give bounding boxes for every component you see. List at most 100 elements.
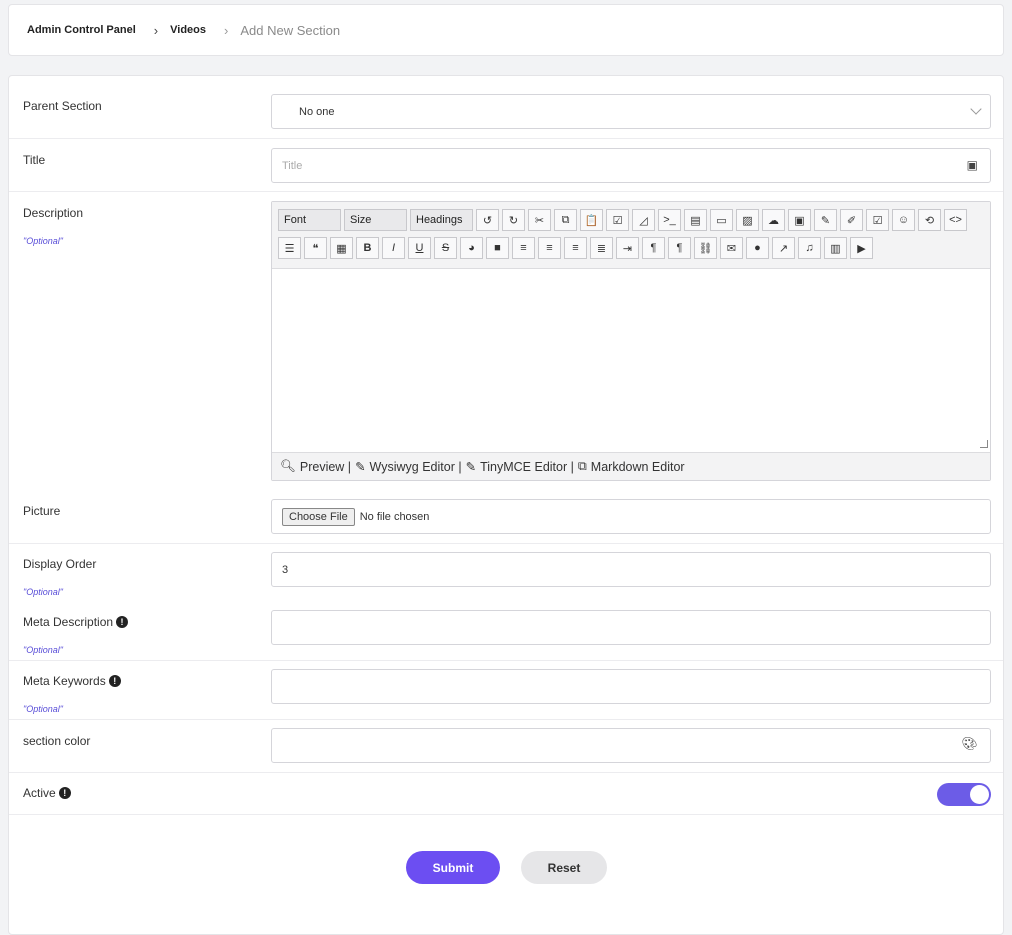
- file-icon[interactable]: ▤: [684, 209, 707, 231]
- rtl-icon[interactable]: ¶: [668, 237, 691, 259]
- chevron-down-icon: [970, 103, 982, 115]
- headings-select[interactable]: Headings: [410, 209, 473, 231]
- toggle-knob: [970, 785, 989, 804]
- youtube-icon[interactable]: ▶: [850, 237, 873, 259]
- size-select[interactable]: Size: [344, 209, 407, 231]
- active-text: Active: [23, 786, 56, 800]
- align-right-icon[interactable]: ≡: [512, 237, 535, 259]
- preview-label: Preview |: [299, 459, 352, 474]
- image-icon[interactable]: ▨: [736, 209, 759, 231]
- redo-icon[interactable]: ↻: [502, 209, 525, 231]
- breadcrumb-current: Add New Section: [240, 22, 341, 38]
- info-icon[interactable]: !: [116, 616, 129, 628]
- rectangle-icon[interactable]: ▭: [710, 209, 733, 231]
- pencil-icon[interactable]: ✎: [814, 209, 837, 231]
- meta-description-text: Meta Description: [23, 615, 114, 629]
- choose-file-button[interactable]: Choose File: [282, 507, 355, 526]
- underline-icon[interactable]: U: [408, 237, 431, 259]
- description-optional: "Optional": [23, 236, 63, 246]
- active-row: Active !: [9, 773, 1003, 815]
- strikethrough-icon[interactable]: S: [434, 237, 457, 259]
- file-status: No file chosen: [359, 510, 430, 523]
- description-label: Description: [23, 206, 84, 220]
- music-icon[interactable]: ♫: [798, 237, 821, 259]
- edit-icon[interactable]: ✐: [840, 209, 863, 231]
- window-restore-icon: ⧉: [577, 459, 587, 473]
- meta-keywords-row: Meta Keywords ! "Optional": [9, 661, 1003, 720]
- markdown-editor-link[interactable]: ⧉ Markdown Editor: [578, 459, 685, 474]
- section-color-input[interactable]: 🎨︎: [271, 728, 991, 763]
- smiley-icon[interactable]: ☺: [892, 209, 915, 231]
- preview-link[interactable]: 🔍︎ Preview |: [280, 459, 351, 474]
- external-icon[interactable]: ↗: [772, 237, 795, 259]
- quote-icon[interactable]: ❝: [304, 237, 327, 259]
- list-icon[interactable]: ☰: [278, 237, 301, 259]
- markdown-label: Markdown Editor: [590, 459, 685, 474]
- meta-keywords-input[interactable]: [271, 669, 991, 704]
- link-icon[interactable]: ⛓: [694, 237, 717, 259]
- picture-label: Picture: [23, 504, 61, 518]
- cut-icon[interactable]: ✂: [528, 209, 551, 231]
- parent-section-row: Parent Section No one: [9, 76, 1003, 139]
- history-icon[interactable]: ⟲: [918, 209, 941, 231]
- info-icon[interactable]: !: [58, 787, 71, 799]
- comment-icon[interactable]: ●: [746, 237, 769, 259]
- editor-toolbar: Font Size Headings ↺ ↻ ✂ ⧉ 📋 ☑ ◿ >_ ▤ ▭ ▨ ☁ ▣ ✎ ✐ ☑ ☺ ⟲ <>…: [272, 202, 990, 269]
- italic-icon[interactable]: I: [382, 237, 405, 259]
- align-center-icon[interactable]: ≡: [538, 237, 561, 259]
- display-order-optional: "Optional": [23, 587, 63, 597]
- picture-row: Picture Choose File No file chosen: [9, 492, 1003, 544]
- id-card-icon: ▣: [966, 158, 978, 172]
- edit-icon: ✎: [355, 460, 366, 474]
- palette-icon[interactable]: ◕: [460, 237, 483, 259]
- select-all-icon[interactable]: ☑: [606, 209, 629, 231]
- breadcrumb-videos-link[interactable]: Videos: [170, 24, 206, 36]
- cloud-upload-icon[interactable]: ☁: [762, 209, 785, 231]
- description-textarea[interactable]: [272, 269, 990, 452]
- editor-toolbar-row-2: ☰ ❝ ▦ B I U S ◕ ■ ≡ ≡ ≡ ≣ ⇥ ¶ ¶ ⛓ ✉ ● ↗ ♫ ▥ ▶: [278, 237, 873, 259]
- parent-section-select[interactable]: No one: [271, 94, 991, 129]
- paste-icon[interactable]: 📋: [580, 209, 603, 231]
- meta-description-optional: "Optional": [23, 645, 63, 655]
- reset-button[interactable]: Reset: [521, 851, 607, 884]
- align-left-icon[interactable]: ≡: [564, 237, 587, 259]
- info-icon[interactable]: !: [108, 675, 121, 687]
- title-input[interactable]: Title ▣: [271, 148, 991, 183]
- section-form: Parent Section No one Title Title ▣ Desc…: [8, 75, 1004, 935]
- qr-icon[interactable]: ▦: [330, 237, 353, 259]
- active-toggle[interactable]: [937, 783, 991, 806]
- block-icon[interactable]: ■: [486, 237, 509, 259]
- meta-description-input[interactable]: [271, 610, 991, 645]
- meta-description-label: Meta Description !: [23, 615, 129, 629]
- breadcrumb-admin-link[interactable]: Admin Control Panel: [27, 24, 136, 36]
- copy-icon[interactable]: ⧉: [554, 209, 577, 231]
- bold-icon[interactable]: B: [356, 237, 379, 259]
- edit-icon: ✎: [465, 460, 477, 474]
- active-label: Active !: [23, 786, 71, 800]
- undo-icon[interactable]: ↺: [476, 209, 499, 231]
- palette-icon[interactable]: 🎨︎: [961, 736, 978, 752]
- font-select[interactable]: Font: [278, 209, 341, 231]
- breadcrumb: Admin Control Panel › Videos › Add New S…: [8, 4, 1004, 56]
- code-icon[interactable]: <>: [944, 209, 967, 231]
- terminal-icon[interactable]: >_: [658, 209, 681, 231]
- tinymce-label: TinyMCE Editor |: [480, 459, 574, 474]
- title-placeholder: Title: [282, 159, 303, 172]
- tinymce-editor-link[interactable]: ✎ TinyMCE Editor |: [465, 459, 574, 475]
- display-order-label: Display Order: [23, 557, 97, 571]
- eraser-icon[interactable]: ◿: [632, 209, 655, 231]
- justify-icon[interactable]: ≣: [590, 237, 613, 259]
- submit-button[interactable]: Submit: [406, 851, 500, 884]
- picture-file-input[interactable]: Choose File No file chosen: [271, 499, 991, 534]
- section-color-row: section color 🎨︎: [9, 720, 1003, 773]
- archive-icon[interactable]: ▣: [788, 209, 811, 231]
- display-order-row: Display Order "Optional" 3: [9, 544, 1003, 602]
- display-order-input[interactable]: 3: [271, 552, 991, 587]
- indent-icon[interactable]: ⇥: [616, 237, 639, 259]
- mail-icon[interactable]: ✉: [720, 237, 743, 259]
- check-edit-icon[interactable]: ☑: [866, 209, 889, 231]
- wysiwyg-editor-link[interactable]: ✎ Wysiwyg Editor |: [355, 459, 462, 475]
- movie-icon[interactable]: ▥: [824, 237, 847, 259]
- resize-handle-icon[interactable]: [980, 440, 988, 448]
- ltr-icon[interactable]: ¶: [642, 237, 665, 259]
